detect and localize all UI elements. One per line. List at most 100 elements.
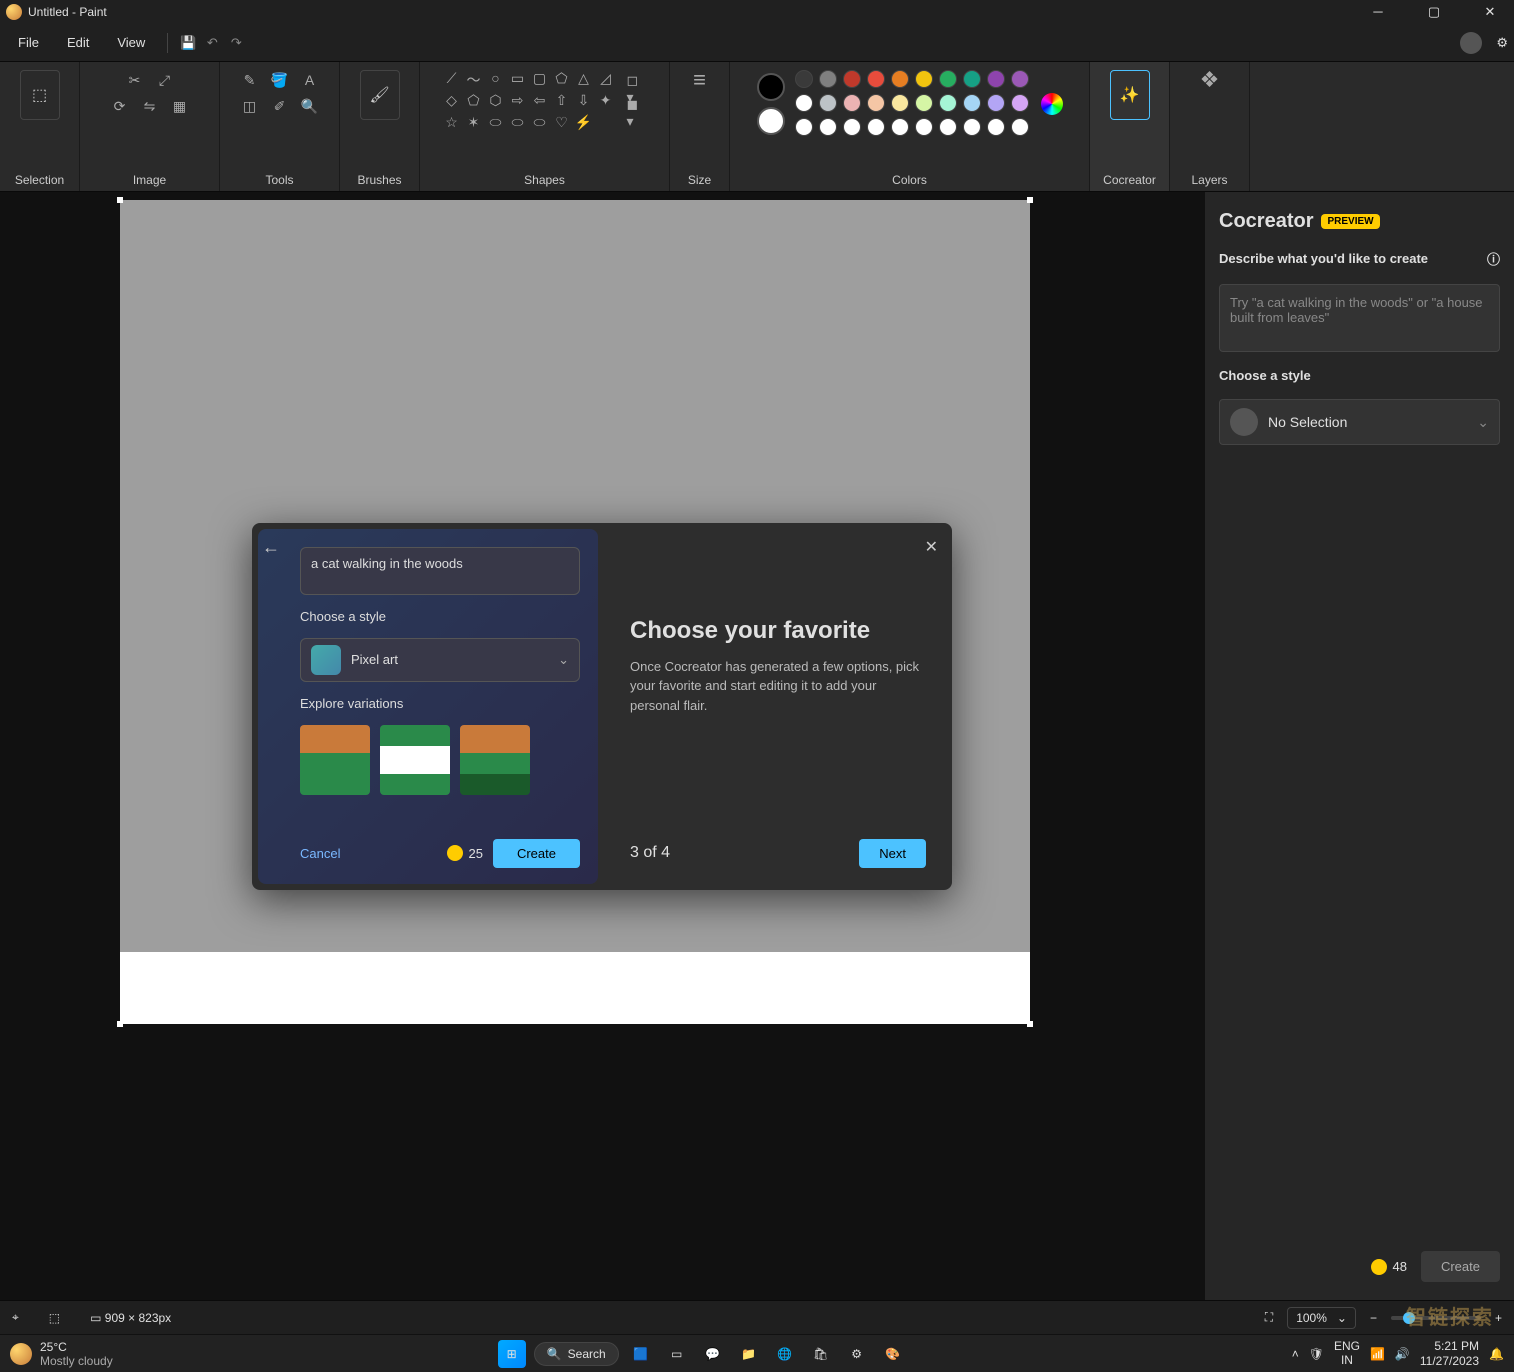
taskbar-settings-icon[interactable]: ⚙ — [843, 1340, 871, 1368]
flip-icon[interactable]: ⇋ — [140, 96, 160, 116]
tray-language[interactable]: ENGIN — [1334, 1340, 1360, 1366]
color-swatch[interactable] — [867, 94, 885, 112]
panel-create-button[interactable]: Create — [1421, 1251, 1500, 1282]
menu-view[interactable]: View — [105, 29, 157, 56]
color-swatch[interactable] — [987, 118, 1005, 136]
modal-cancel-button[interactable]: Cancel — [300, 846, 340, 861]
color-swatch[interactable] — [867, 70, 885, 88]
start-button[interactable]: ⊞ — [498, 1340, 526, 1368]
taskbar-paint-icon[interactable]: 🎨 — [879, 1340, 907, 1368]
color-swatch[interactable] — [795, 118, 813, 136]
maximize-button[interactable]: ▢ — [1416, 4, 1452, 20]
rotate-icon[interactable]: ⟳ — [110, 96, 130, 116]
taskbar-edge-icon[interactable]: 🌐 — [771, 1340, 799, 1368]
zoom-in-icon[interactable]: + — [1495, 1311, 1502, 1325]
modal-prompt-input[interactable]: a cat walking in the woods — [300, 547, 580, 595]
text-icon[interactable]: A — [300, 70, 320, 90]
resize-icon[interactable]: ⤢ — [155, 70, 175, 90]
color-swatch[interactable] — [915, 118, 933, 136]
tray-clock[interactable]: 5:21 PM11/27/2023 — [1420, 1339, 1479, 1368]
color-swatch[interactable] — [987, 94, 1005, 112]
shape-fill-icon[interactable]: ◼ ▾ — [627, 103, 647, 123]
panel-prompt-input[interactable]: Try "a cat walking in the woods" or "a h… — [1219, 284, 1500, 352]
magnifier-icon[interactable]: 🔍 — [300, 96, 320, 116]
color-swatch[interactable] — [891, 70, 909, 88]
color-swatch[interactable] — [819, 94, 837, 112]
brushes-tool-icon[interactable]: 🖌 — [360, 70, 400, 120]
close-button[interactable]: ✕ — [1472, 4, 1508, 20]
color-swatch[interactable] — [1011, 70, 1029, 88]
tray-overflow-icon[interactable]: ˄ — [1292, 1347, 1299, 1361]
color-swatch[interactable] — [843, 70, 861, 88]
taskbar-taskview-icon[interactable]: ▭ — [663, 1340, 691, 1368]
settings-icon[interactable]: ⚙ — [1496, 35, 1508, 51]
canvas-area[interactable]: ← ✕ a cat walking in the woods Choose a … — [0, 192, 1204, 1300]
color-swatch[interactable] — [915, 70, 933, 88]
zoom-out-icon[interactable]: − — [1370, 1311, 1377, 1325]
modal-close-button[interactable]: ✕ — [925, 537, 938, 557]
color-swatch[interactable] — [843, 118, 861, 136]
taskbar-weather[interactable]: 25°C Mostly cloudy — [10, 1340, 113, 1368]
color-palette[interactable] — [795, 70, 1031, 138]
fit-to-window-icon[interactable]: ⛶ — [1265, 1310, 1273, 1325]
color-swatch[interactable] — [939, 70, 957, 88]
color-swatch[interactable] — [1011, 94, 1029, 112]
color-swatch[interactable] — [843, 94, 861, 112]
color-swatch[interactable] — [891, 118, 909, 136]
color-swatch[interactable] — [1011, 118, 1029, 136]
color-1-swatch[interactable] — [757, 73, 785, 101]
color-swatch[interactable] — [795, 94, 813, 112]
taskbar-search[interactable]: 🔍 Search — [534, 1342, 619, 1366]
shapes-palette[interactable]: ⟋〜○▭▢⬠△◿ ◇⬠⬡⇨⇦⇧⇩✦ ☆✶⬭⬭⬭♡⚡ — [443, 70, 615, 132]
panel-style-select[interactable]: No Selection ⌄ — [1219, 399, 1500, 445]
eraser-icon[interactable]: ◫ — [240, 96, 260, 116]
variation-thumbnail[interactable] — [460, 725, 530, 795]
variation-thumbnail[interactable] — [380, 725, 450, 795]
color-swatch[interactable] — [963, 70, 981, 88]
color-swatch[interactable] — [819, 70, 837, 88]
variation-thumbnail[interactable] — [300, 725, 370, 795]
undo-icon[interactable]: ↶ — [202, 34, 222, 52]
transparent-icon[interactable]: ▦ — [170, 96, 190, 116]
taskbar-explorer-icon[interactable]: 📁 — [735, 1340, 763, 1368]
taskbar-copilot-icon[interactable]: 🟦 — [627, 1340, 655, 1368]
tray-security-icon[interactable]: 🛡 — [1309, 1347, 1324, 1361]
taskbar-store-icon[interactable]: 🛍 — [807, 1340, 835, 1368]
color-swatch[interactable] — [987, 70, 1005, 88]
color-swatch[interactable] — [867, 118, 885, 136]
zoom-select[interactable]: 100% ⌄ — [1287, 1307, 1356, 1329]
save-icon[interactable]: 💾 — [178, 34, 198, 52]
menu-edit[interactable]: Edit — [55, 29, 101, 56]
color-swatch[interactable] — [939, 94, 957, 112]
selection-tool-icon[interactable]: ⬚ — [20, 70, 60, 120]
taskbar-teams-icon[interactable]: 💬 — [699, 1340, 727, 1368]
pencil-icon[interactable]: ✎ — [240, 70, 260, 90]
modal-style-select[interactable]: Pixel art ⌄ — [300, 638, 580, 682]
color-swatch[interactable] — [939, 118, 957, 136]
modal-next-button[interactable]: Next — [859, 839, 926, 868]
color-swatch[interactable] — [963, 118, 981, 136]
color-swatch[interactable] — [963, 94, 981, 112]
redo-icon[interactable]: ↷ — [226, 34, 246, 52]
color-2-swatch[interactable] — [757, 107, 785, 135]
info-icon[interactable]: ⓘ — [1487, 249, 1500, 268]
ribbon-group-cocreator[interactable]: ✨ Cocreator — [1090, 62, 1170, 191]
color-picker-icon[interactable]: ✐ — [270, 96, 290, 116]
modal-create-button[interactable]: Create — [493, 839, 580, 868]
user-avatar-icon[interactable] — [1460, 32, 1482, 54]
fill-icon[interactable]: 🪣 — [270, 70, 290, 90]
tray-notifications-icon[interactable]: 🔔 — [1489, 1347, 1504, 1361]
size-icon[interactable]: ≡ — [690, 70, 710, 90]
crop-icon[interactable]: ✂ — [125, 70, 145, 90]
modal-back-button[interactable]: ← — [262, 537, 280, 558]
tray-wifi-icon[interactable]: 📶 — [1370, 1347, 1385, 1361]
menu-file[interactable]: File — [6, 29, 51, 56]
tray-volume-icon[interactable]: 🔊 — [1395, 1347, 1410, 1361]
minimize-button[interactable]: ─ — [1360, 4, 1396, 20]
color-swatch[interactable] — [915, 94, 933, 112]
color-swatch[interactable] — [795, 70, 813, 88]
color-swatch[interactable] — [819, 118, 837, 136]
edit-colors-icon[interactable] — [1041, 93, 1063, 115]
ribbon-group-layers[interactable]: ❖ Layers — [1170, 62, 1250, 191]
color-swatch[interactable] — [891, 94, 909, 112]
